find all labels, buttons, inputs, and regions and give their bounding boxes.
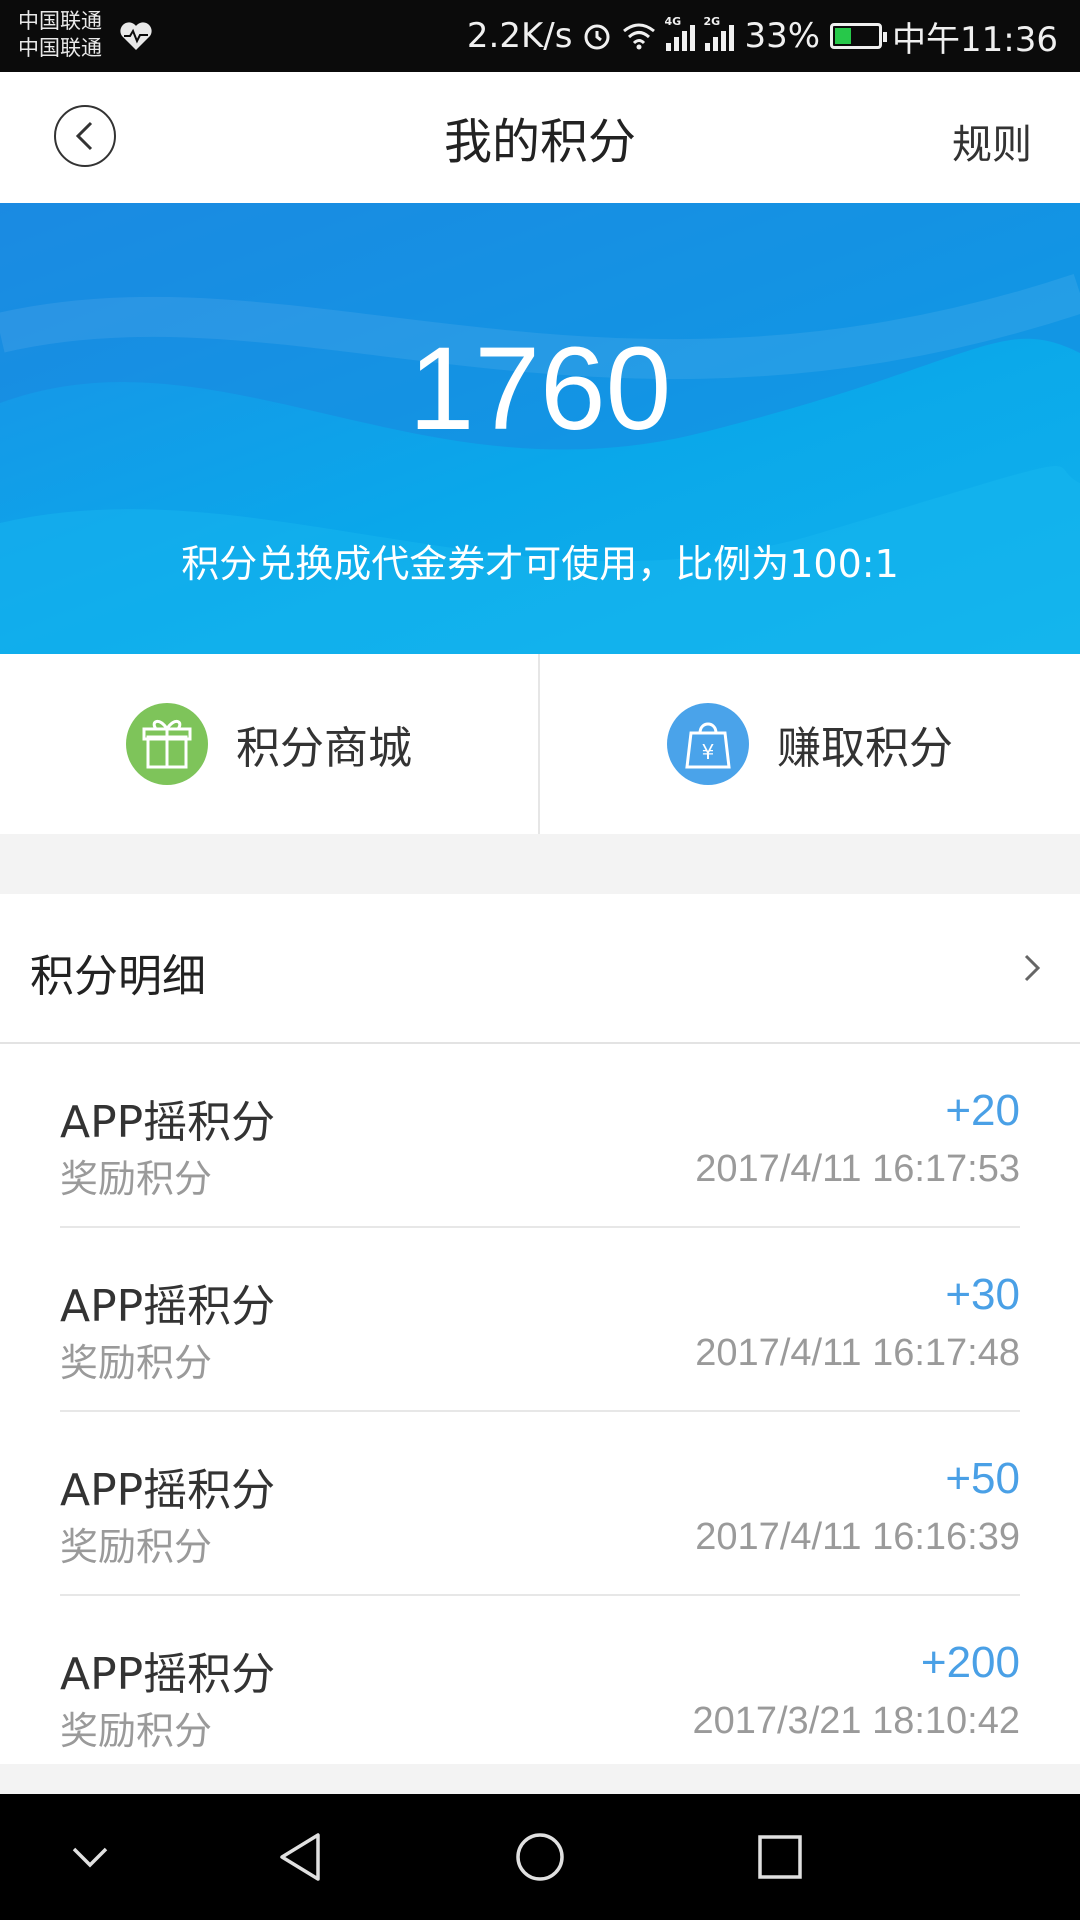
signal-sim2-icon: 2G (703, 15, 735, 51)
record-type: 奖励积分 (60, 1341, 213, 1385)
record-amount: +20 (945, 1086, 1020, 1135)
record-name: APP摇积分 (60, 1097, 276, 1148)
points-detail-header[interactable]: 积分明细 (0, 894, 1080, 1044)
record-type: 奖励积分 (60, 1525, 213, 1569)
record-amount: +200 (920, 1638, 1020, 1687)
net-speed: 2.2K/s (466, 16, 573, 56)
record-type: 奖励积分 (60, 1709, 213, 1753)
nav-recents-button[interactable] (745, 1822, 815, 1892)
list-item[interactable]: APP摇积分 奖励积分 +20 2017/4/11 16:17:53 (60, 1044, 1020, 1228)
record-time: 2017/4/11 16:17:53 (695, 1148, 1020, 1190)
battery-icon (830, 23, 888, 49)
points-banner: 1760 积分兑换成代金券才可使用，比例为100:1 (0, 203, 1080, 654)
shopping-bag-yen-icon: ¥ (667, 703, 749, 785)
carrier-labels: 中国联通 中国联通 (18, 8, 102, 62)
record-name: APP摇积分 (60, 1649, 276, 1700)
points-mall-label: 积分商城 (236, 723, 412, 774)
earn-points-label: 赚取积分 (777, 723, 953, 774)
chevron-right-icon (1024, 954, 1041, 982)
triangle-back-icon (280, 1833, 320, 1881)
clock: 中午11:36 (892, 19, 1058, 60)
points-exchange-note: 积分兑换成代金券才可使用，比例为100:1 (181, 542, 899, 586)
title-bar: 我的积分 规则 (0, 72, 1080, 203)
signal-sim1-icon: 4G (664, 15, 696, 51)
health-heart-icon (120, 22, 152, 50)
points-record-list: APP摇积分 奖励积分 +20 2017/4/11 16:17:53 APP摇积… (0, 1044, 1080, 1764)
record-time: 2017/3/21 18:10:42 (692, 1700, 1020, 1742)
record-amount: +30 (945, 1270, 1020, 1319)
circle-home-icon (516, 1833, 564, 1881)
chevron-down-icon (72, 1847, 108, 1868)
rules-link[interactable]: 规则 (952, 112, 1032, 170)
battery-percent: 33% (744, 16, 821, 56)
points-mall-button[interactable]: 积分商城 (0, 654, 540, 834)
nav-back-button[interactable] (265, 1822, 335, 1892)
record-name: APP摇积分 (60, 1281, 276, 1332)
points-total: 1760 (408, 323, 672, 455)
list-item[interactable]: APP摇积分 奖励积分 +200 2017/3/21 18:10:42 (60, 1596, 1020, 1780)
gift-icon (126, 703, 208, 785)
record-name: APP摇积分 (60, 1465, 276, 1516)
wifi-icon (623, 23, 656, 50)
list-item[interactable]: APP摇积分 奖励积分 +50 2017/4/11 16:16:39 (60, 1412, 1020, 1596)
svg-text:¥: ¥ (702, 740, 715, 764)
square-recents-icon (758, 1835, 802, 1879)
alarm-icon (584, 24, 610, 50)
earn-points-button[interactable]: ¥ 赚取积分 (540, 654, 1080, 834)
record-amount: +50 (945, 1454, 1020, 1503)
status-bar: 中国联通 中国联通 2.2K/s 4G 2G 33% 中午11:36 (0, 0, 1080, 72)
points-detail-title: 积分明细 (30, 951, 206, 1002)
list-item[interactable]: APP摇积分 奖励积分 +30 2017/4/11 16:17:48 (60, 1228, 1020, 1412)
record-time: 2017/4/11 16:16:39 (695, 1516, 1020, 1558)
record-type: 奖励积分 (60, 1157, 213, 1201)
action-row: 积分商城 ¥ 赚取积分 (0, 654, 1080, 834)
page-title: 我的积分 (443, 114, 636, 170)
nav-collapse-button[interactable] (55, 1822, 125, 1892)
carrier-2: 中国联通 (18, 36, 102, 60)
nav-home-button[interactable] (505, 1822, 575, 1892)
system-navigation-bar (0, 1794, 1080, 1920)
record-time: 2017/4/11 16:17:48 (695, 1332, 1020, 1374)
carrier-1: 中国联通 (18, 9, 102, 33)
